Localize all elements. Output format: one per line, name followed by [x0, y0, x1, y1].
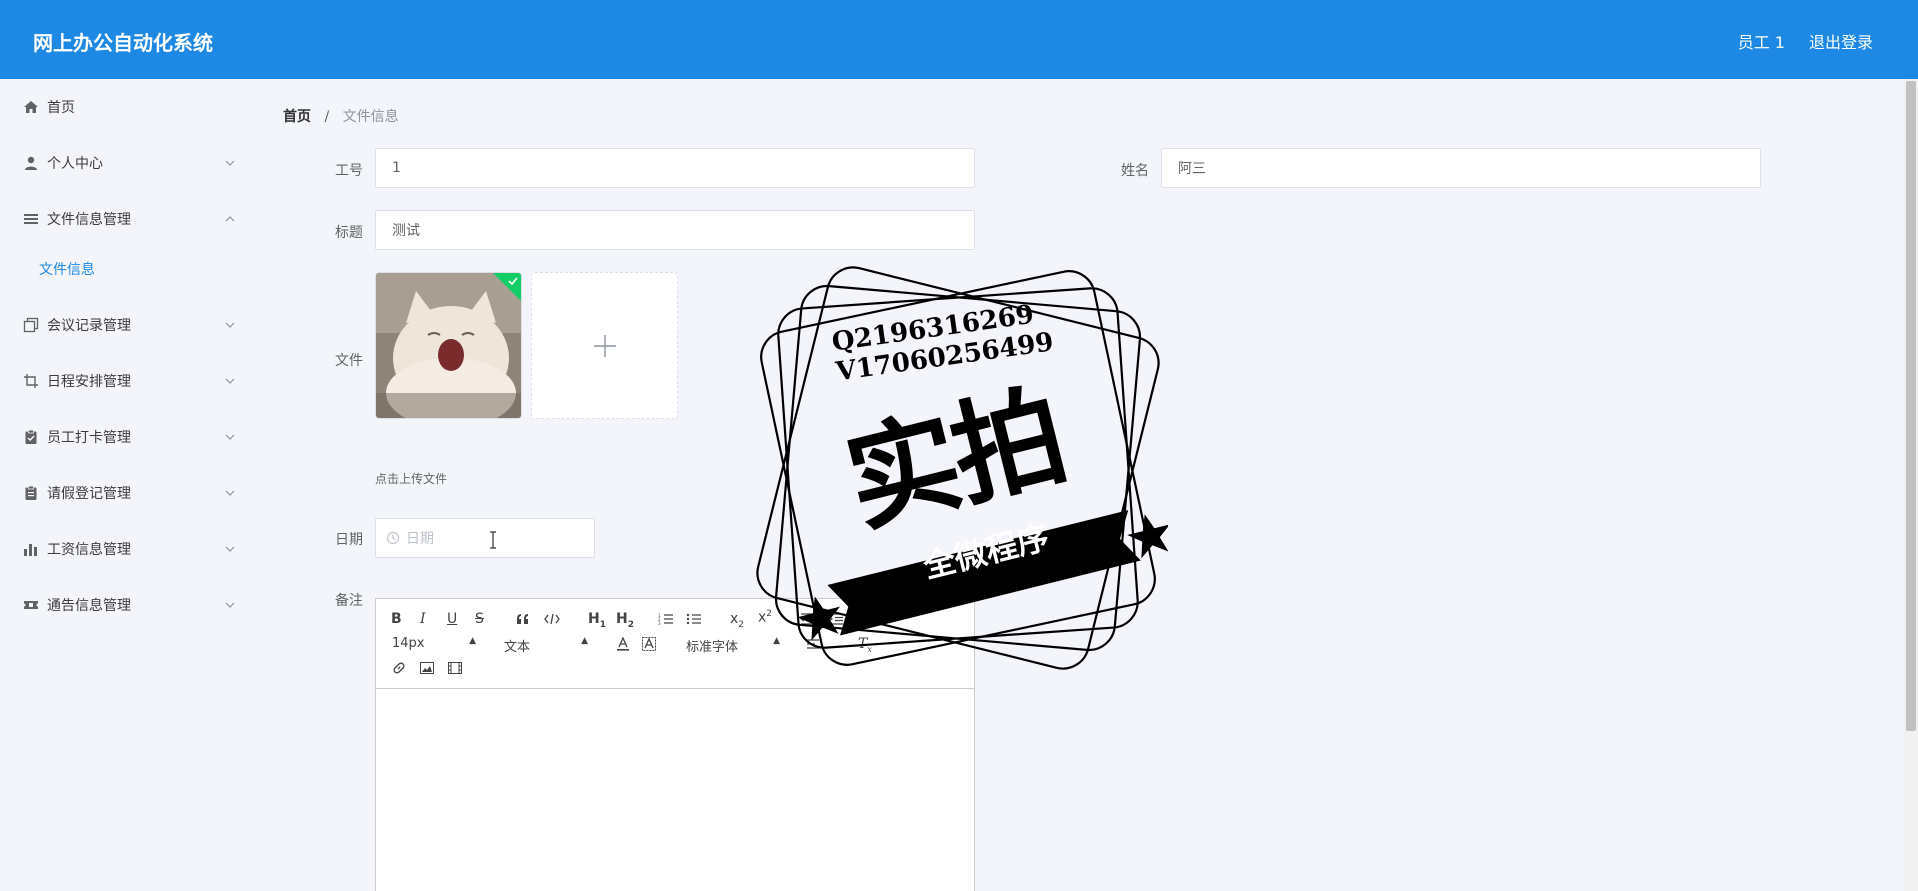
upload-tip: 点击上传文件 — [375, 472, 448, 486]
font-family-value: 标准字体 — [686, 640, 739, 655]
sidebar-item-label: 首页 — [47, 100, 75, 116]
link-icon[interactable] — [392, 661, 406, 675]
sidebar-item-label: 个人中心 — [47, 156, 103, 172]
check-icon — [508, 277, 518, 286]
bar-chart-icon — [23, 541, 39, 557]
current-user-label: 员工 1 — [1737, 33, 1785, 52]
h2-button[interactable]: H2 — [616, 611, 634, 630]
chevron-down-icon — [225, 160, 235, 166]
image-icon[interactable] — [420, 662, 434, 674]
employee-id-value: 1 — [392, 160, 401, 176]
sidebar-item-salary[interactable]: 工资信息管理 — [0, 521, 256, 577]
code-block-icon[interactable] — [544, 613, 560, 625]
h1-button[interactable]: H1 — [588, 611, 606, 630]
font-size-select[interactable]: 14px ▲ — [392, 636, 476, 651]
strike-button[interactable]: S — [475, 611, 484, 627]
video-icon[interactable] — [448, 662, 462, 674]
background-color-icon[interactable] — [642, 637, 656, 651]
sidebar-item-attendance[interactable]: 员工打卡管理 — [0, 409, 256, 465]
sidebar-item-label: 请假登记管理 — [47, 486, 131, 502]
watermark-stamp: Q2196316269 V17060256499 实拍 全微程序 — [748, 258, 1170, 678]
crop-icon — [23, 373, 39, 389]
user-icon — [23, 155, 39, 171]
remark-label: 备注 — [335, 593, 363, 609]
sidebar: 首页 个人中心 文件信息管理 文件信息 会议记录管理 日程安排管理 员工打卡管理… — [0, 79, 256, 891]
cat-image — [376, 273, 521, 418]
scrollbar-thumb[interactable] — [1906, 81, 1916, 731]
breadcrumb: 首页 / 文件信息 — [283, 106, 399, 126]
sidebar-item-label: 工资信息管理 — [47, 542, 131, 558]
list-icon — [23, 211, 39, 227]
chevron-down-icon — [225, 546, 235, 552]
chevron-up-icon — [225, 216, 235, 222]
uploaded-file-thumbnail[interactable] — [375, 272, 522, 419]
sidebar-item-home[interactable]: 首页 — [0, 79, 256, 135]
select-arrows-icon: ▲ — [581, 636, 588, 646]
sidebar-item-notices[interactable]: 通告信息管理 — [0, 577, 256, 633]
sidebar-item-label: 通告信息管理 — [47, 598, 131, 614]
block-type-select[interactable]: 文本 ▲ — [504, 636, 588, 655]
home-icon — [23, 99, 39, 115]
name-input[interactable]: 阿三 — [1161, 148, 1761, 188]
date-placeholder: 日期 — [406, 531, 434, 547]
sidebar-item-label: 员工打卡管理 — [47, 430, 131, 446]
date-picker[interactable]: 日期 — [375, 518, 595, 558]
block-type-value: 文本 — [504, 640, 531, 655]
employee-id-label: 工号 — [335, 163, 363, 179]
chevron-down-icon — [225, 602, 235, 608]
breadcrumb-home[interactable]: 首页 — [283, 109, 311, 125]
ordered-list-icon[interactable]: 123 — [658, 613, 674, 625]
clipboard-check-icon — [23, 429, 39, 445]
sidebar-item-personal-center[interactable]: 个人中心 — [0, 135, 256, 191]
title-label: 标题 — [335, 225, 363, 241]
font-color-icon[interactable] — [616, 637, 630, 651]
employee-id-input[interactable]: 1 — [375, 148, 975, 188]
sidebar-item-label: 文件信息管理 — [47, 212, 131, 228]
chevron-down-icon — [225, 322, 235, 328]
copy-icon — [23, 317, 39, 333]
subscript-button[interactable]: x2 — [730, 611, 744, 630]
italic-button[interactable]: I — [420, 611, 426, 627]
blockquote-icon[interactable] — [516, 613, 530, 625]
font-size-value: 14px — [392, 636, 425, 651]
breadcrumb-separator: / — [324, 109, 330, 125]
text-cursor-icon — [490, 531, 496, 549]
sidebar-subitem-file-info[interactable]: 文件信息 — [0, 249, 256, 289]
plus-icon — [593, 334, 616, 357]
breadcrumb-current: 文件信息 — [342, 109, 399, 125]
bullet-list-icon[interactable] — [686, 613, 702, 625]
chevron-down-icon — [225, 434, 235, 440]
chevron-down-icon — [225, 490, 235, 496]
page-scrollbar[interactable] — [1904, 79, 1918, 891]
name-value: 阿三 — [1178, 161, 1206, 177]
upload-add-button[interactable] — [531, 272, 678, 419]
sidebar-item-label: 日程安排管理 — [47, 374, 131, 390]
clipboard-icon — [23, 485, 39, 501]
logout-button[interactable]: 退出登录 — [1809, 29, 1873, 53]
svg-text:3: 3 — [658, 621, 661, 625]
bold-button[interactable]: B — [391, 611, 402, 627]
title-value: 测试 — [392, 223, 420, 239]
select-arrows-icon: ▲ — [469, 636, 476, 646]
file-label: 文件 — [335, 353, 363, 369]
sidebar-item-leave[interactable]: 请假登记管理 — [0, 465, 256, 521]
top-header: 网上办公自动化系统 员工 1 退出登录 — [0, 0, 1918, 79]
app-title: 网上办公自动化系统 — [33, 31, 213, 55]
sidebar-item-file-management[interactable]: 文件信息管理 — [0, 191, 256, 247]
sidebar-item-schedule[interactable]: 日程安排管理 — [0, 353, 256, 409]
underline-button[interactable]: U — [447, 611, 457, 627]
date-label: 日期 — [335, 532, 363, 548]
name-label: 姓名 — [1121, 163, 1149, 179]
sidebar-item-meeting-records[interactable]: 会议记录管理 — [0, 297, 256, 353]
ticket-icon — [23, 597, 39, 613]
chevron-down-icon — [225, 378, 235, 384]
sidebar-item-label: 会议记录管理 — [47, 318, 131, 334]
clock-icon — [386, 531, 400, 545]
title-input[interactable]: 测试 — [375, 210, 975, 250]
